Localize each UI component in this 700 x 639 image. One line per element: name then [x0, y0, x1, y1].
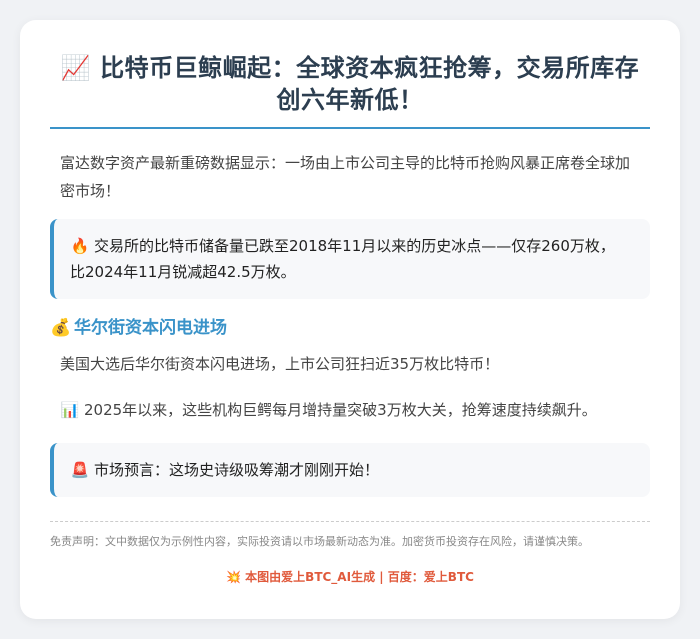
- credit-text: 本图由爱上BTC_AI生成 | 百度：爱上BTC: [245, 570, 474, 584]
- money-bag-icon: 💰: [50, 318, 72, 338]
- page-title: 📈 比特币巨鲸崛起：全球资本疯狂抢筹，交易所库存创六年新低！: [50, 20, 650, 116]
- disclaimer-text: 免责声明：文中数据仅为示例性内容，实际投资请以市场最新动态为准。加密货币投资存在…: [50, 535, 589, 548]
- section-heading-text: 华尔街资本闪电进场: [74, 318, 227, 338]
- section-heading: 💰 华尔街资本闪电进场: [50, 315, 650, 341]
- section-paragraph: 美国大选后华尔街资本闪电进场，上市公司狂扫近35万枚比特币！: [60, 355, 500, 373]
- bar-chart-icon: 📊: [60, 401, 80, 419]
- reserve-callout-text: 交易所的比特币储备量已跌至2018年11月以来的历史冰点——仅存260万枚，比2…: [70, 237, 615, 281]
- forecast-callout-text: 市场预言：这场史诗级吸筹潮才刚刚开始！: [94, 461, 380, 479]
- fire-icon: 🔥: [70, 237, 90, 255]
- title-divider: [50, 127, 650, 129]
- growth-paragraph: 📊 2025年以来，这些机构巨鳄每月增持量突破3万枚大关，抢筹速度持续飙升。: [60, 397, 640, 423]
- article-card: 📈 比特币巨鲸崛起：全球资本疯狂抢筹，交易所库存创六年新低！ 富达数字资产最新重…: [20, 20, 680, 619]
- forecast-callout: 🚨 市场预言：这场史诗级吸筹潮才刚刚开始！: [50, 443, 650, 497]
- collision-icon: 💥: [226, 570, 241, 584]
- growth-text: 2025年以来，这些机构巨鳄每月增持量突破3万枚大关，抢筹速度持续飙升。: [84, 401, 597, 419]
- reserve-callout: 🔥 交易所的比特币储备量已跌至2018年11月以来的历史冰点——仅存260万枚，比…: [50, 219, 650, 299]
- title-text: 比特币巨鲸崛起：全球资本疯狂抢筹，交易所库存创六年新低！: [100, 54, 640, 114]
- chart-increasing-icon: 📈: [60, 54, 92, 82]
- siren-icon: 🚨: [70, 461, 90, 479]
- credit-line: 💥 本图由爱上BTC_AI生成 | 百度：爱上BTC: [50, 568, 650, 586]
- footer-divider: [50, 521, 650, 522]
- intro-paragraph: 富达数字资产最新重磅数据显示：一场由上市公司主导的比特币抢购风暴正席卷全球加密市…: [60, 154, 631, 200]
